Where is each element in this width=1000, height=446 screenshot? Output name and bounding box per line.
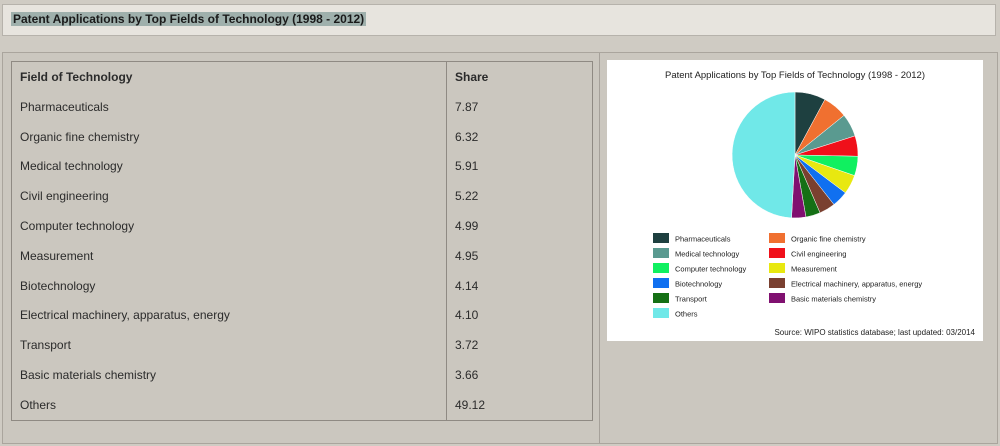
cell-share: 3.72 <box>446 330 593 361</box>
column-header-field: Field of Technology <box>11 61 447 92</box>
legend-swatch <box>769 263 785 273</box>
cell-field: Computer technology <box>11 211 447 241</box>
chart-legend: Pharmaceuticals Organic fine chemistry Med… <box>653 233 922 319</box>
legend-swatch <box>769 248 785 258</box>
cell-share: 6.32 <box>446 121 593 152</box>
legend-label: Organic fine chemistry <box>791 235 866 244</box>
legend-swatch <box>769 278 785 288</box>
cell-field: Pharmaceuticals <box>11 92 447 122</box>
cell-field: Basic materials chemistry <box>11 360 447 390</box>
legend-swatch <box>653 278 669 288</box>
pie-slice-others <box>731 91 796 219</box>
legend-swatch <box>653 308 669 318</box>
legend-swatch <box>653 248 669 258</box>
column-header-share: Share <box>446 61 593 92</box>
legend-label: Transport <box>675 295 708 304</box>
legend-swatch <box>653 233 669 243</box>
cell-share: 3.66 <box>446 360 593 390</box>
table-row: Medical technology 5.91 <box>11 151 593 182</box>
table-row: Computer technology 4.99 <box>11 211 593 241</box>
cell-share: 49.12 <box>446 389 593 421</box>
title-bar: Patent Applications by Top Fields of Tec… <box>2 4 996 36</box>
legend-label: Pharmaceuticals <box>675 235 731 244</box>
table-row: Electrical machinery, apparatus, energy 4… <box>11 300 593 331</box>
cell-share: 4.99 <box>446 211 593 241</box>
main-panel: Field of Technology Share Pharmaceutical… <box>2 52 998 444</box>
cell-field: Transport <box>11 330 447 361</box>
legend-swatch <box>769 233 785 243</box>
legend-label: Others <box>675 310 698 319</box>
cell-field: Medical technology <box>11 151 447 182</box>
legend-label: Electrical machinery, apparatus, energy <box>791 280 922 289</box>
table-header-row: Field of Technology Share <box>11 61 593 92</box>
table-row: Civil engineering 5.22 <box>11 181 593 212</box>
table-row: Organic fine chemistry 6.32 <box>11 121 593 152</box>
table-row: Transport 3.72 <box>11 330 593 361</box>
legend-label: Computer technology <box>675 265 747 274</box>
cell-share: 4.14 <box>446 270 593 301</box>
legend-label: Biotechnology <box>675 280 722 289</box>
data-table: Field of Technology Share Pharmaceutical… <box>11 61 593 421</box>
legend-label: Measurement <box>791 265 838 274</box>
cell-field: Measurement <box>11 240 447 271</box>
cell-field: Others <box>11 389 447 421</box>
cell-share: 5.22 <box>446 181 593 212</box>
pie-slices <box>731 91 859 219</box>
table-row: Basic materials chemistry 3.66 <box>11 360 593 390</box>
legend-label: Civil engineering <box>791 250 846 259</box>
table-row: Pharmaceuticals 7.87 <box>11 92 593 122</box>
chart-image: Patent Applications by Top Fields of Tec… <box>607 60 983 341</box>
table-row: Biotechnology 4.14 <box>11 270 593 301</box>
table-row: Measurement 4.95 <box>11 240 593 271</box>
cell-share: 4.10 <box>446 300 593 331</box>
pie-chart: Patent Applications by Top Fields of Tec… <box>653 70 976 337</box>
page-title: Patent Applications by Top Fields of Tec… <box>11 12 367 26</box>
chart-source: Source: WIPO statistics database; last u… <box>774 328 975 337</box>
cell-field: Electrical machinery, apparatus, energy <box>11 300 447 331</box>
legend-label: Medical technology <box>675 250 739 259</box>
cell-field: Biotechnology <box>11 270 447 301</box>
cell-field: Organic fine chemistry <box>11 121 447 152</box>
legend-label: Basic materials chemistry <box>791 295 876 304</box>
cell-share: 7.87 <box>446 92 593 122</box>
legend-swatch <box>653 293 669 303</box>
cell-share: 5.91 <box>446 151 593 182</box>
cell-field: Civil engineering <box>11 181 447 212</box>
table-panel: Field of Technology Share Pharmaceutical… <box>3 53 600 443</box>
table-row: Others 49.12 <box>11 389 593 421</box>
legend-swatch <box>653 263 669 273</box>
cell-share: 4.95 <box>446 240 593 271</box>
chart-title: Patent Applications by Top Fields of Tec… <box>665 70 925 81</box>
legend-swatch <box>769 293 785 303</box>
